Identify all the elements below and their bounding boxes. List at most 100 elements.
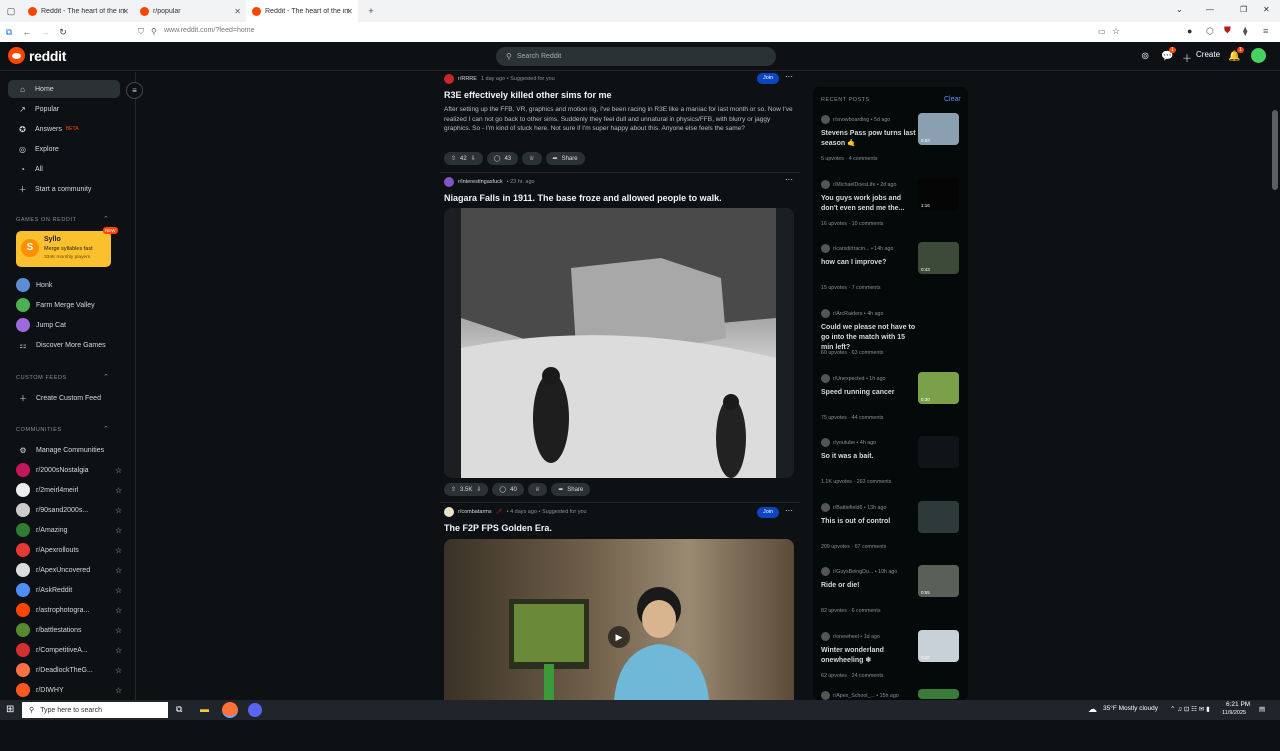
recent-post-title[interactable]: Ride or die! [821, 581, 917, 591]
join-button[interactable]: Join [757, 73, 779, 84]
recent-post-title[interactable]: Winter wonderland onewheeling ❄ [821, 646, 917, 666]
clock-time[interactable]: 6:21 PM [1226, 701, 1250, 708]
file-explorer-icon[interactable]: ▬ [200, 704, 209, 714]
recent-post-thumbnail[interactable] [918, 436, 959, 468]
favorite-star-icon[interactable]: ☆ [115, 546, 122, 555]
minimize-icon[interactable]: — [1206, 5, 1214, 14]
sidebar-item-home[interactable]: ⌂ Home [8, 80, 120, 98]
recent-post-subreddit[interactable]: r/GuysBeingDu... • 10h ago [821, 567, 913, 576]
maximize-icon[interactable]: ❐ [1240, 5, 1247, 14]
community-item[interactable]: r/90sand2000s... ☆ [16, 502, 122, 518]
task-view-icon[interactable]: ⧉ [176, 704, 182, 715]
recent-post-item[interactable]: r/GuysBeingDu... • 10h ago Ride or die! 82… [821, 565, 963, 627]
favorite-star-icon[interactable]: ☆ [115, 586, 122, 595]
post-f2p[interactable]: r/combatarms 🗡 • 4 days ago • Suggested … [444, 507, 794, 533]
sidebar-item-explore[interactable]: ◎ Explore [8, 140, 120, 158]
menu-icon[interactable]: ≡ [1263, 26, 1268, 36]
favorite-star-icon[interactable]: ☆ [115, 606, 122, 615]
recent-post-title[interactable]: This is out of control [821, 517, 917, 527]
recent-post-thumbnail[interactable]: 0:43 [918, 242, 959, 274]
post-subreddit[interactable]: r/interestingasfuck [458, 179, 503, 185]
create-button[interactable]: Create [1196, 50, 1220, 59]
recent-post-item[interactable]: r/carsdirtracin... • 14h ago how can I im… [821, 242, 963, 304]
recent-post-subreddit[interactable]: r/youtube • 4h ago [821, 438, 913, 447]
recent-post-subreddit[interactable]: r/snowboarding • 5d ago [821, 115, 913, 124]
upvote-icon[interactable]: ⇧ [451, 486, 456, 493]
upvote-icon[interactable]: ⇧ [451, 155, 456, 162]
recent-post-item[interactable]: r/snowboarding • 5d ago Stevens Pass pow … [821, 113, 963, 175]
recent-post-thumbnail[interactable] [918, 501, 959, 533]
manage-communities[interactable]: ⚙ Manage Communities [16, 442, 116, 458]
favorite-star-icon[interactable]: ☆ [115, 506, 122, 515]
community-item[interactable]: r/battlestations ☆ [16, 622, 122, 638]
recent-post-subreddit[interactable]: r/MichaelDoesLife • 2d ago [821, 180, 913, 189]
recent-post-item[interactable]: r/MichaelDoesLife • 2d ago You guys work … [821, 178, 963, 240]
recent-post-title[interactable]: Could we please not have to go into the … [821, 323, 917, 353]
share-button[interactable]: ➦ Share [545, 152, 585, 165]
recent-post-title[interactable]: You guys work jobs and don't even send m… [821, 194, 917, 214]
recent-post-thumbnail[interactable]: 0:30 [918, 372, 959, 404]
tab-actions-icon[interactable]: ▢ [0, 6, 22, 17]
post-title[interactable]: The F2P FPS Golden Era. [444, 523, 794, 533]
tab-list-icon[interactable]: ⌄ [1176, 5, 1183, 14]
post-title[interactable]: Niagara Falls in 1911. The base froze an… [444, 193, 794, 203]
post-title[interactable]: R3E effectively killed other sims for me [444, 90, 794, 100]
join-button[interactable]: Join [757, 507, 779, 518]
taskbar-search-input[interactable]: ⚲ Type here to search [22, 702, 168, 718]
sidebar-item-all[interactable]: ◔ All [8, 160, 120, 178]
community-item[interactable]: r/Amazing ☆ [16, 522, 122, 538]
recent-post-thumbnail[interactable] [918, 689, 959, 699]
community-item[interactable]: r/ApexUncovered ☆ [16, 562, 122, 578]
app-icon[interactable] [248, 703, 262, 717]
collapse-sidebar-icon[interactable]: ≡ [126, 82, 143, 99]
comments-button[interactable]: ◯ 40 [492, 483, 524, 496]
community-item[interactable]: r/CompetitiveA... ☆ [16, 642, 122, 658]
clear-recent-button[interactable]: Clear [944, 96, 961, 103]
recent-post-item[interactable]: r/Unexpected • 1h ago Speed running cance… [821, 372, 963, 434]
community-item[interactable]: r/2meirl4meirl ☆ [16, 482, 122, 498]
post-image-frame[interactable] [444, 208, 794, 478]
community-item[interactable]: r/Apexrollouts ☆ [16, 542, 122, 558]
recent-post-item[interactable]: r/Battlefield6 • 13h ago This is out of c… [821, 501, 963, 563]
game-item-farm-merge[interactable]: Farm Merge Valley [16, 297, 116, 313]
recent-post-subreddit[interactable]: r/Battlefield6 • 13h ago [821, 503, 913, 512]
extensions-puzzle-icon[interactable]: ⧫ [1243, 26, 1247, 37]
windows-start-icon[interactable]: ⊞ [6, 704, 14, 715]
close-tab-icon[interactable]: ✕ [122, 7, 129, 16]
search-input[interactable]: ⚲ Search Reddit [496, 47, 776, 66]
favorite-star-icon[interactable]: ☆ [115, 686, 122, 695]
favorite-star-icon[interactable]: ☆ [115, 466, 122, 475]
weather-text[interactable]: 35°F Mostly cloudy [1103, 705, 1158, 712]
post-subreddit[interactable]: r/RRRE [458, 76, 477, 82]
bookmark-star-icon[interactable]: ☆ [1112, 26, 1120, 37]
sidebar-item-answers[interactable]: ✪ Answers BETA [8, 120, 120, 138]
recent-post-thumbnail[interactable]: 0:03 [918, 113, 959, 145]
favorite-star-icon[interactable]: ☆ [115, 646, 122, 655]
clock-date[interactable]: 11/9/2025 [1222, 710, 1246, 716]
favorite-star-icon[interactable]: ☆ [115, 566, 122, 575]
recent-post-item[interactable]: r/onewheel • 1d ago Winter wonderland one… [821, 630, 963, 692]
favorite-star-icon[interactable]: ☆ [115, 666, 122, 675]
close-tab-icon[interactable]: ✕ [234, 7, 241, 16]
forward-icon[interactable]: → [36, 27, 54, 37]
award-button[interactable]: ♕ [527, 483, 548, 496]
advertise-icon[interactable]: ⊚ [1141, 51, 1149, 62]
browser-tab-3[interactable]: Reddit - The heart of the intern✕ [246, 0, 358, 22]
comments-button[interactable]: ◯ 43 [486, 152, 519, 165]
share-button[interactable]: ➦ Share [551, 483, 591, 496]
new-tab-icon[interactable]: + [362, 6, 380, 16]
sidebar-item-popular[interactable]: ↗ Popular [8, 100, 120, 118]
more-options-icon[interactable]: ⋯ [785, 175, 793, 184]
favorite-star-icon[interactable]: ☆ [115, 486, 122, 495]
recent-post-thumbnail[interactable]: 0:55 [918, 565, 959, 597]
post-subreddit[interactable]: r/combatarms [458, 509, 492, 515]
recent-post-thumbnail[interactable]: 1:16 [918, 178, 959, 210]
notification-center-icon[interactable]: ▤ [1259, 705, 1265, 713]
more-options-icon[interactable]: ⋯ [785, 506, 793, 515]
reddit-logo[interactable]: reddit [8, 47, 66, 64]
recent-post-thumbnail[interactable]: 0:20 [918, 630, 959, 662]
downvote-icon[interactable]: ⇩ [476, 486, 481, 493]
community-item[interactable]: r/DIWHY ☆ [16, 682, 122, 698]
scrollbar-thumb[interactable] [1272, 110, 1278, 190]
recent-post-item[interactable]: r/youtube • 4h ago So it was a bait. 1.1K … [821, 436, 963, 498]
